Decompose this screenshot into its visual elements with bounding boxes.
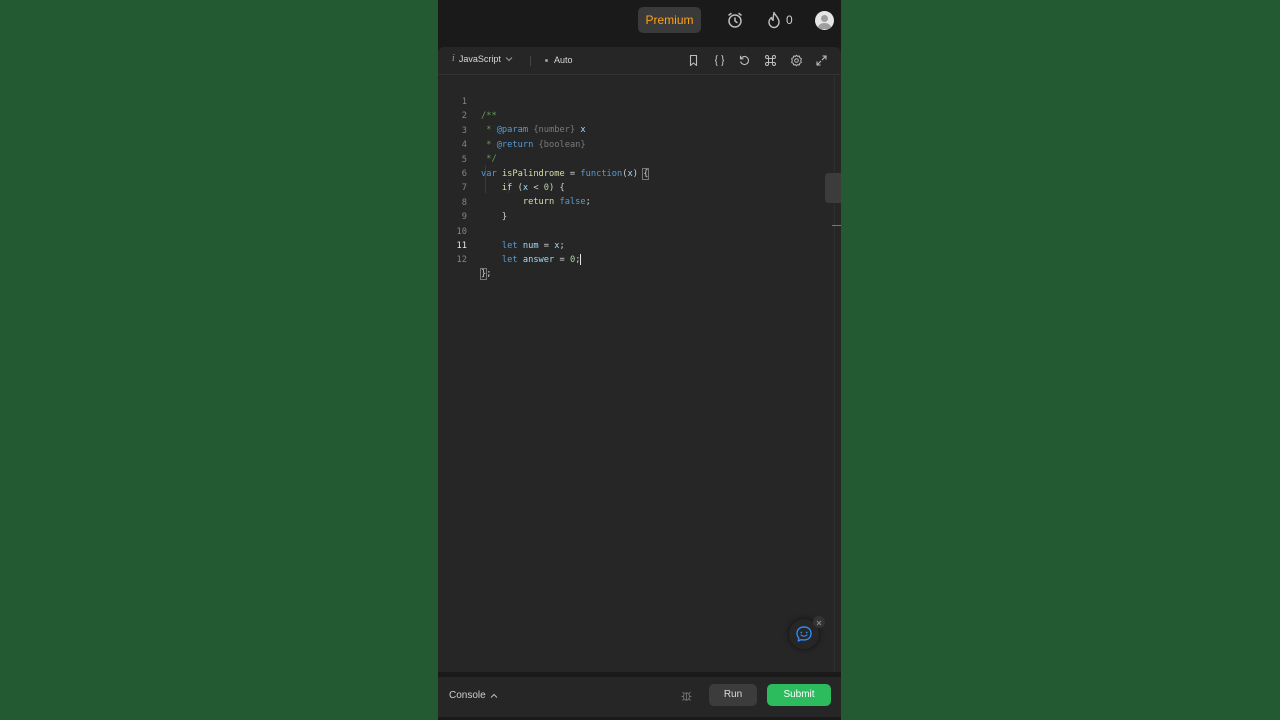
mode-select[interactable]: Auto: [545, 55, 573, 65]
close-icon: [816, 620, 822, 626]
code-line: 8 }: [438, 182, 833, 222]
side-panel-toggle[interactable]: [825, 173, 841, 203]
info-icon: i: [452, 54, 455, 64]
bookmark-icon[interactable]: [687, 54, 700, 67]
language-select[interactable]: i JavaScript: [452, 54, 513, 64]
code-text: let answer = 0;: [501, 254, 582, 265]
code-line: 10 let num = x;: [438, 211, 833, 251]
code-line: 3 * @return {boolean}: [438, 110, 833, 150]
settings-icon[interactable]: [790, 54, 803, 67]
user-icon: [817, 15, 832, 29]
run-button[interactable]: Run: [709, 684, 757, 706]
text-cursor: [580, 254, 582, 265]
streak-count: 0: [786, 13, 793, 27]
chevron-up-icon: [490, 693, 498, 698]
mode-label: Auto: [554, 55, 573, 65]
mode-indicator-icon: [545, 58, 548, 62]
avatar[interactable]: [815, 11, 834, 30]
code-editor-panel: i JavaScript Auto 1 /** 2 * @param {numb…: [438, 47, 841, 672]
bottom-actions: Console Run Submit: [438, 677, 841, 717]
expand-icon[interactable]: [815, 54, 828, 67]
language-label: JavaScript: [458, 54, 501, 64]
code-line-active: 11 let answer = 0;: [438, 225, 833, 265]
line-number: 12: [456, 255, 467, 266]
flame-icon[interactable]: [766, 11, 782, 29]
console-label: Console: [449, 690, 486, 701]
premium-button[interactable]: Premium: [638, 7, 701, 33]
code-line: 9: [438, 196, 833, 222]
console-toggle[interactable]: Console: [449, 690, 498, 701]
code-line: 1 /**: [438, 81, 833, 121]
scrollbar-cursor-marker: [832, 225, 841, 226]
bottom-bar: Console Run Submit: [438, 672, 841, 720]
code-line: 12 };: [438, 239, 833, 281]
editor-toolbar: i JavaScript Auto: [438, 47, 841, 75]
toolbar-divider: [530, 56, 531, 66]
code-line: 7 return false;: [438, 167, 833, 207]
code-line: 2 * @param {number} x: [438, 95, 833, 135]
command-icon[interactable]: [764, 54, 777, 67]
editor-scrollbar[interactable]: [834, 75, 841, 672]
code-line: 5 var isPalindrome = function(x) {: [438, 139, 833, 180]
chat-close-button[interactable]: [813, 616, 825, 628]
timer-icon[interactable]: [726, 11, 744, 29]
chevron-down-icon: [505, 57, 513, 62]
code-text: };: [479, 268, 492, 281]
app-window: Premium 0 i JavaScript Auto 1 /** 2 * @p…: [438, 0, 841, 720]
submit-button[interactable]: Submit: [767, 684, 831, 706]
top-bar: Premium 0: [438, 0, 841, 40]
debug-icon[interactable]: [680, 689, 693, 702]
reset-icon[interactable]: [738, 54, 751, 67]
code-line: 6 if (x < 0) {: [438, 153, 833, 193]
braces-icon[interactable]: [713, 54, 726, 67]
code-line: 4 */: [438, 124, 833, 164]
